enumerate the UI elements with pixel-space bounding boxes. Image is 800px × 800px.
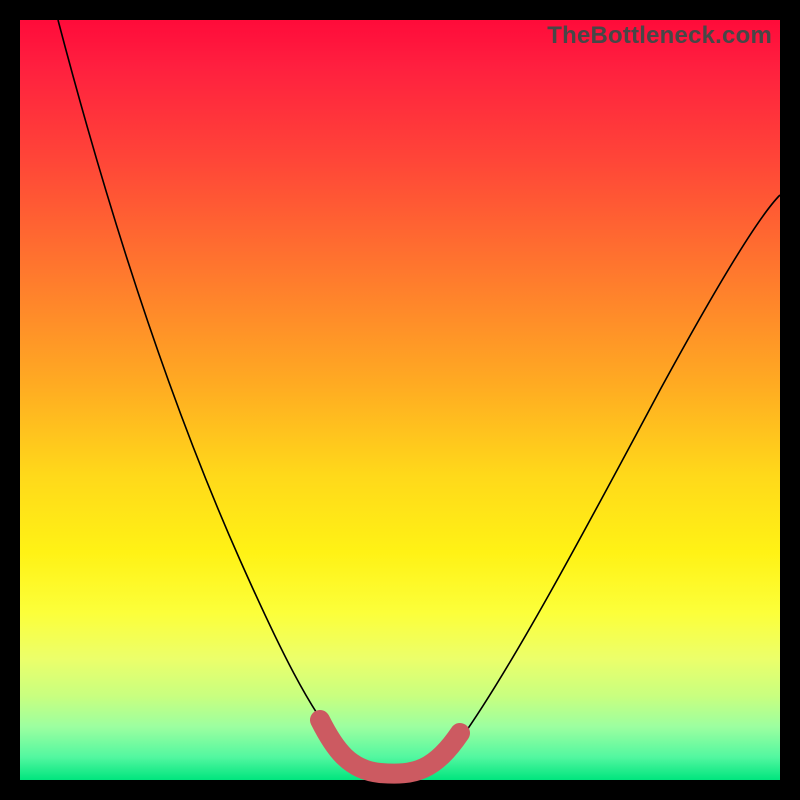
bottleneck-curve xyxy=(58,20,780,775)
watermark-text: TheBottleneck.com xyxy=(547,22,772,50)
chart-frame: TheBottleneck.com xyxy=(20,20,780,780)
chart-svg xyxy=(20,20,780,780)
highlight-bottom xyxy=(320,720,460,774)
